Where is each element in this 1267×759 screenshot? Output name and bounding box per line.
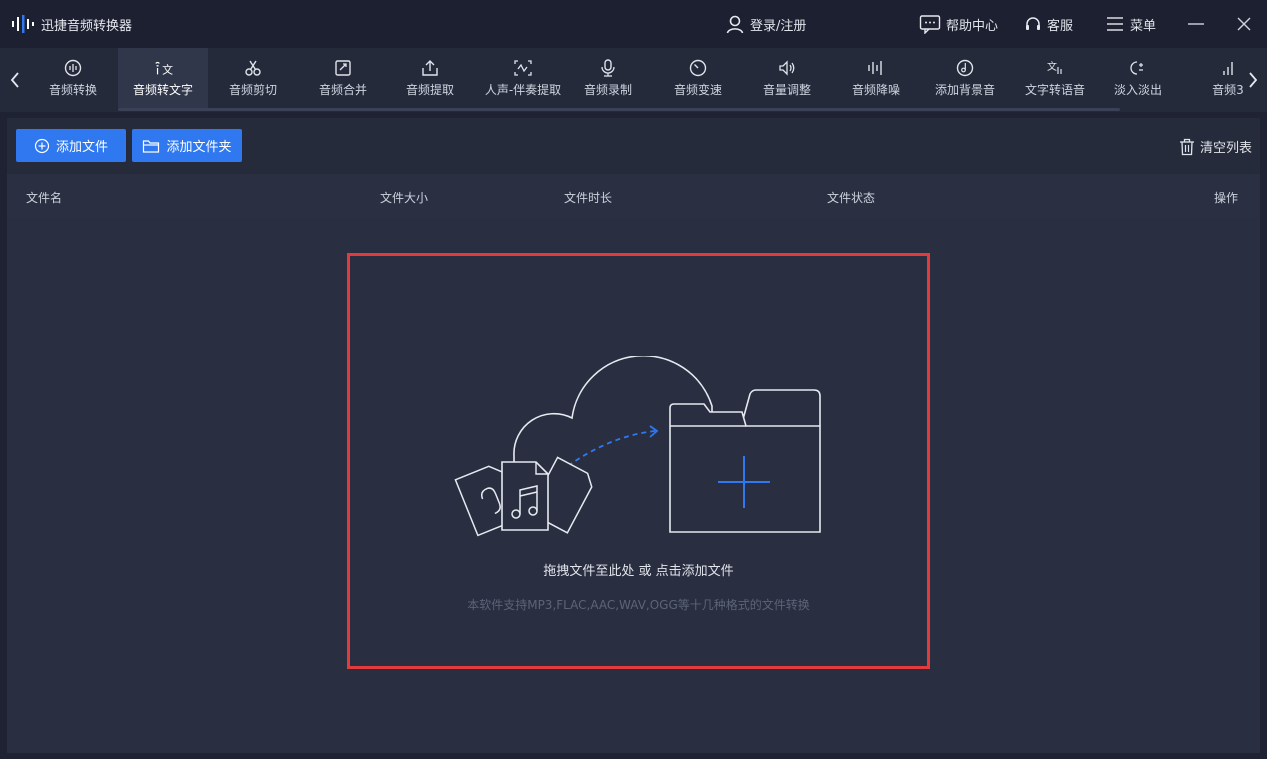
tab-label: 文字转语音 [1024,82,1085,97]
app-logo-icon [12,15,34,33]
column-header-status: 文件状态 [827,191,876,205]
add-folder-label: 添加文件夹 [166,140,232,155]
microphone-icon [598,58,618,77]
scroll-left-button[interactable] [4,66,26,94]
column-header-filesize: 文件大小 [380,191,429,205]
file-list-area: 拖拽文件至此处 或 点击添加文件 本软件支持MP3,FLAC,AAC,WAV,O… [7,218,1260,753]
tab-audio-cut[interactable]: 音频剪切 [208,48,298,108]
close-button[interactable] [1232,12,1256,36]
column-header-actions: 操作 [1214,191,1239,205]
tab-label: 淡入淡出 [1113,82,1162,97]
add-folder-button[interactable]: 添加文件夹 [132,129,242,162]
menu-button[interactable]: 菜单 [1105,13,1156,35]
vocal-extract-icon [513,59,533,77]
tab-label: 音频转文字 [132,82,193,97]
audio-convert-icon [63,59,83,77]
drop-hint: 拖拽文件至此处 或 点击添加文件 [543,564,734,579]
volume-icon [777,59,797,77]
tab-audio-more[interactable]: 音频3 [1188,48,1244,108]
customer-service-label: 客服 [1047,18,1074,34]
minimize-icon [1188,23,1204,25]
tab-scrollbar[interactable] [118,108,1120,111]
tab-audio-merge[interactable]: 音频合并 [298,48,388,108]
menu-label: 菜单 [1130,18,1157,34]
tab-label: 添加背景音 [934,82,995,97]
title-bar: 迅捷音频转换器 登录/注册 帮助中心 客服 菜单 [0,0,1267,48]
tab-label: 音频转换 [48,82,97,97]
tab-label: 音频提取 [405,82,454,97]
supported-formats-note: 本软件支持MP3,FLAC,AAC,WAV,OGG等十几种格式的文件转换 [467,598,810,612]
customer-service-button[interactable]: 客服 [1024,13,1073,35]
tab-audio-extract[interactable]: 音频提取 [388,48,472,108]
tab-audio-speed[interactable]: 音频变速 [654,48,742,108]
tab-audio-convert[interactable]: 音频转换 [28,48,118,108]
cloud-folder-illustration-icon [454,356,821,537]
close-icon [1237,17,1251,31]
app-title: 迅捷音频转换器 [41,19,133,34]
denoise-icon [866,59,886,77]
help-center-button[interactable]: 帮助中心 [919,13,998,35]
tab-label: 音频3 [1212,82,1244,97]
tab-background-music[interactable]: 添加背景音 [920,48,1010,108]
tab-audio-to-text[interactable]: 文 音频转文字 [118,48,208,108]
tabs-container: 音频转换 文 音频转文字 音频剪切 音频合并 音频提取 人声-伴奏提取 音频录制… [28,48,1244,112]
upload-icon [420,59,440,77]
svg-text:文: 文 [1047,60,1057,73]
menu-icon [1107,17,1123,31]
clear-list-button[interactable]: 清空列表 [1179,137,1252,156]
help-center-label: 帮助中心 [946,18,999,34]
tab-fade[interactable]: 淡入淡出 [1100,48,1176,108]
tab-label: 音频合并 [318,82,367,97]
login-button[interactable]: 登录/注册 [725,13,806,35]
text-to-speech-icon: 文 [1045,59,1065,77]
tab-denoise[interactable]: 音频降噪 [832,48,920,108]
tab-label: 音频录制 [583,82,632,97]
tab-label: 音频剪切 [228,82,277,97]
audio-bars-icon [1218,59,1238,77]
chevron-left-icon [10,72,19,88]
column-header-filename: 文件名 [26,191,63,205]
tab-label: 音频降噪 [851,82,900,97]
file-table-header: 文件名 文件大小 文件时长 文件状态 操作 [7,174,1260,218]
tab-label: 音量调整 [762,82,811,97]
add-file-label: 添加文件 [55,140,108,155]
merge-icon [333,59,353,77]
trash-icon [1179,138,1194,155]
chevron-right-icon [1249,72,1258,88]
fade-icon [1128,59,1148,77]
tab-audio-record[interactable]: 音频录制 [574,48,642,108]
column-header-duration: 文件时长 [564,191,613,205]
drop-zone[interactable]: 拖拽文件至此处 或 点击添加文件 本软件支持MP3,FLAC,AAC,WAV,O… [347,253,930,669]
user-icon [726,15,744,34]
tab-text-to-speech[interactable]: 文 文字转语音 [1010,48,1100,108]
tab-volume-adjust[interactable]: 音量调整 [742,48,832,108]
add-file-button[interactable]: 添加文件 [16,129,126,162]
tab-label: 人声-伴奏提取 [484,82,562,97]
action-bar: 添加文件 添加文件夹 清空列表 [7,118,1260,174]
headset-icon [1026,17,1040,30]
audio-to-text-icon: 文 [153,59,173,77]
minimize-button[interactable] [1184,12,1208,36]
tool-tab-bar: 音频转换 文 音频转文字 音频剪切 音频合并 音频提取 人声-伴奏提取 音频录制… [0,48,1267,112]
plus-circle-icon [34,138,50,153]
tab-vocal-extract[interactable]: 人声-伴奏提取 [472,48,574,108]
folder-icon [143,139,160,153]
tab-label: 音频变速 [673,82,722,97]
svg-text:文: 文 [162,62,173,76]
chat-icon [919,15,941,34]
background-music-icon [955,59,975,77]
speed-icon [688,59,708,77]
scissors-icon [243,59,263,77]
scroll-right-button[interactable] [1242,66,1264,94]
clear-list-label: 清空列表 [1199,141,1252,156]
login-label: 登录/注册 [750,18,807,34]
